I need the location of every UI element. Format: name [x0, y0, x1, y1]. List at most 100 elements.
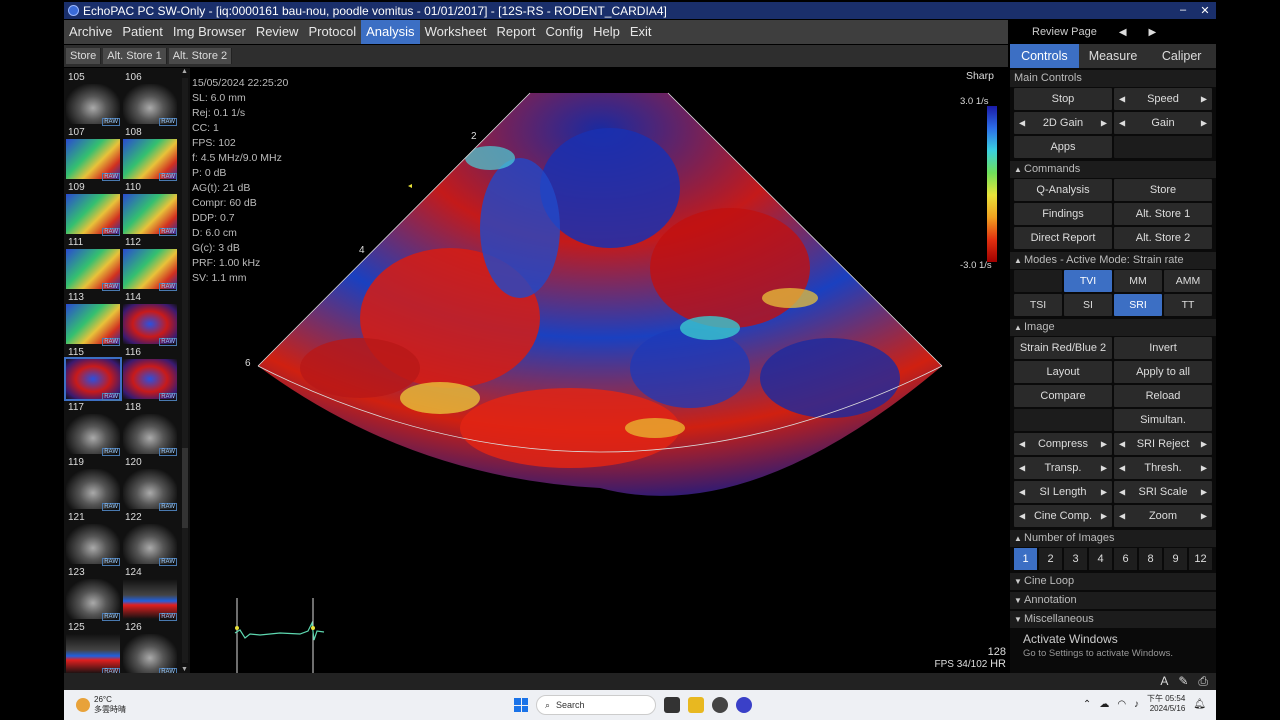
- apply-to-all-button[interactable]: Apply to all: [1114, 361, 1212, 383]
- apps-button[interactable]: Apps: [1014, 136, 1112, 158]
- close-button[interactable]: ✕: [1194, 4, 1216, 17]
- speed-control[interactable]: ◀ Speed ▶: [1114, 88, 1212, 110]
- minimize-button[interactable]: ‒: [1172, 4, 1194, 17]
- number-of-images-2[interactable]: 2: [1039, 548, 1062, 570]
- number-of-images-1[interactable]: 1: [1014, 548, 1037, 570]
- thumbnail-118[interactable]: 118 RAW: [123, 402, 177, 456]
- thumbnail-110[interactable]: 110 RAW: [123, 182, 177, 236]
- alt-store-1-button[interactable]: Alt. Store 1: [103, 48, 167, 64]
- menu-worksheet[interactable]: Worksheet: [420, 20, 492, 44]
- menu-review[interactable]: Review: [251, 20, 304, 44]
- echopac-taskbar-icon[interactable]: [736, 697, 752, 713]
- main-controls-header[interactable]: Main Controls: [1010, 70, 1216, 87]
- scroll-thumb[interactable]: [182, 448, 188, 528]
- compress-increase-icon[interactable]: ▶: [1101, 440, 1107, 449]
- alt-store-2-command-button[interactable]: Alt. Store 2: [1114, 227, 1212, 249]
- menu-exit[interactable]: Exit: [625, 20, 657, 44]
- sri-scale-control[interactable]: ◀ SRI Scale ▶: [1114, 481, 1212, 503]
- scroll-down-icon[interactable]: ▼: [181, 666, 188, 673]
- compare-button[interactable]: Compare: [1014, 385, 1112, 407]
- chevron-up-icon[interactable]: ⌃: [1083, 699, 1091, 710]
- mode-mm-button[interactable]: MM: [1114, 270, 1162, 292]
- speed-decrease-icon[interactable]: ◀: [1119, 95, 1125, 104]
- thumbnail-109[interactable]: 109 RAW: [66, 182, 120, 236]
- thumbnail-107[interactable]: 107 RAW: [66, 127, 120, 181]
- thumbnail-122[interactable]: 122 RAW: [123, 512, 177, 566]
- transp-increase-icon[interactable]: ▶: [1101, 464, 1107, 473]
- mode-tsi-button[interactable]: TSI: [1014, 294, 1062, 316]
- number-of-images-3[interactable]: 3: [1064, 548, 1087, 570]
- cine-comp-increase-icon[interactable]: ▶: [1101, 512, 1107, 521]
- thumbnail-105[interactable]: 105 RAW: [66, 72, 120, 126]
- text-annotation-icon[interactable]: A: [1160, 674, 1168, 689]
- number-of-images-header[interactable]: ▲ Number of Images: [1010, 530, 1216, 547]
- thumbnail-117[interactable]: 117 RAW: [66, 402, 120, 456]
- mode-sri-button[interactable]: SRI: [1114, 294, 1162, 316]
- menu-img-browser[interactable]: Img Browser: [168, 20, 251, 44]
- thumbnail-108[interactable]: 108 RAW: [123, 127, 177, 181]
- thumbnail-111[interactable]: 111 RAW: [66, 237, 120, 291]
- menu-patient[interactable]: Patient: [117, 20, 167, 44]
- thumbnail-119[interactable]: 119 RAW: [66, 457, 120, 511]
- mode-amm-button[interactable]: AMM: [1164, 270, 1212, 292]
- mode-tvi-button[interactable]: TVI: [1064, 270, 1112, 292]
- cine-comp-decrease-icon[interactable]: ◀: [1019, 512, 1025, 521]
- strain-color-map-button[interactable]: Strain Red/Blue 2: [1014, 337, 1112, 359]
- number-of-images-6[interactable]: 6: [1114, 548, 1137, 570]
- number-of-images-4[interactable]: 4: [1089, 548, 1112, 570]
- q-analysis-button[interactable]: Q-Analysis: [1014, 179, 1112, 201]
- scroll-track[interactable]: [182, 78, 188, 663]
- gain-2d-increase-icon[interactable]: ▶: [1101, 119, 1107, 128]
- thumbnail-scrollbar[interactable]: ▲ ▼: [180, 68, 190, 673]
- si-length-decrease-icon[interactable]: ◀: [1019, 488, 1025, 497]
- review-prev-button[interactable]: ◀: [1119, 27, 1127, 38]
- weather-widget[interactable]: 26°C 多雲時晴: [76, 695, 126, 715]
- app-icon[interactable]: [712, 697, 728, 713]
- file-explorer-icon[interactable]: [688, 697, 704, 713]
- thumbnail-113[interactable]: 113 RAW: [66, 292, 120, 346]
- zoom-control[interactable]: ◀ Zoom ▶: [1114, 505, 1212, 527]
- simultan-button[interactable]: Simultan.: [1114, 409, 1212, 431]
- zoom-decrease-icon[interactable]: ◀: [1119, 512, 1125, 521]
- thumbnail-116[interactable]: 116 RAW: [123, 347, 177, 401]
- menu-protocol[interactable]: Protocol: [303, 20, 361, 44]
- mode-si-button[interactable]: SI: [1064, 294, 1112, 316]
- thumbnail-106[interactable]: 106 RAW: [123, 72, 177, 126]
- tab-measure[interactable]: Measure: [1078, 44, 1148, 68]
- thumbnail-115[interactable]: 115 RAW: [64, 347, 122, 401]
- volume-icon[interactable]: ♪: [1134, 699, 1139, 710]
- number-of-images-9[interactable]: 9: [1164, 548, 1187, 570]
- sri-scale-increase-icon[interactable]: ▶: [1201, 488, 1207, 497]
- store-command-button[interactable]: Store: [1114, 179, 1212, 201]
- layout-button[interactable]: Layout: [1014, 361, 1112, 383]
- gain-control[interactable]: ◀ Gain ▶: [1114, 112, 1212, 134]
- number-of-images-8[interactable]: 8: [1139, 548, 1162, 570]
- thumbnail-123[interactable]: 123 RAW: [66, 567, 120, 621]
- alt-store-2-button[interactable]: Alt. Store 2: [168, 48, 233, 64]
- ultrasound-image-area[interactable]: 2 4 6 15/05/2024 22:25:20 SL: 6.0 mm Rej: …: [190, 68, 1008, 673]
- compress-decrease-icon[interactable]: ◀: [1019, 440, 1025, 449]
- tab-controls[interactable]: Controls: [1010, 44, 1079, 68]
- menu-help[interactable]: Help: [588, 20, 625, 44]
- thumbnail-120[interactable]: 120 RAW: [123, 457, 177, 511]
- gain-2d-control[interactable]: ◀ 2D Gain ▶: [1014, 112, 1112, 134]
- taskbar-search[interactable]: ⌕ Search: [536, 695, 656, 715]
- thumbnail-112[interactable]: 112 RAW: [123, 237, 177, 291]
- speed-increase-icon[interactable]: ▶: [1201, 95, 1207, 104]
- cine-loop-header[interactable]: ▼ Cine Loop: [1010, 573, 1216, 590]
- si-length-increase-icon[interactable]: ▶: [1101, 488, 1107, 497]
- transp-decrease-icon[interactable]: ◀: [1019, 464, 1025, 473]
- review-next-button[interactable]: ▶: [1149, 27, 1157, 38]
- annotation-header[interactable]: ▼ Annotation: [1010, 592, 1216, 609]
- compress-control[interactable]: ◀ Compress ▶: [1014, 433, 1112, 455]
- thumbnail-125[interactable]: 125 RAW: [66, 622, 120, 673]
- reload-button[interactable]: Reload: [1114, 385, 1212, 407]
- print-icon[interactable]: ⎙: [1198, 674, 1208, 689]
- thresh-increase-icon[interactable]: ▶: [1201, 464, 1207, 473]
- zoom-increase-icon[interactable]: ▶: [1201, 512, 1207, 521]
- thresh-control[interactable]: ◀ Thresh. ▶: [1114, 457, 1212, 479]
- notification-bell-icon[interactable]: 🔔︎: [1193, 699, 1206, 710]
- pen-icon[interactable]: ✎: [1178, 674, 1188, 689]
- modes-header[interactable]: ▲ Modes - Active Mode: Strain rate: [1010, 252, 1216, 269]
- task-view-icon[interactable]: [664, 697, 680, 713]
